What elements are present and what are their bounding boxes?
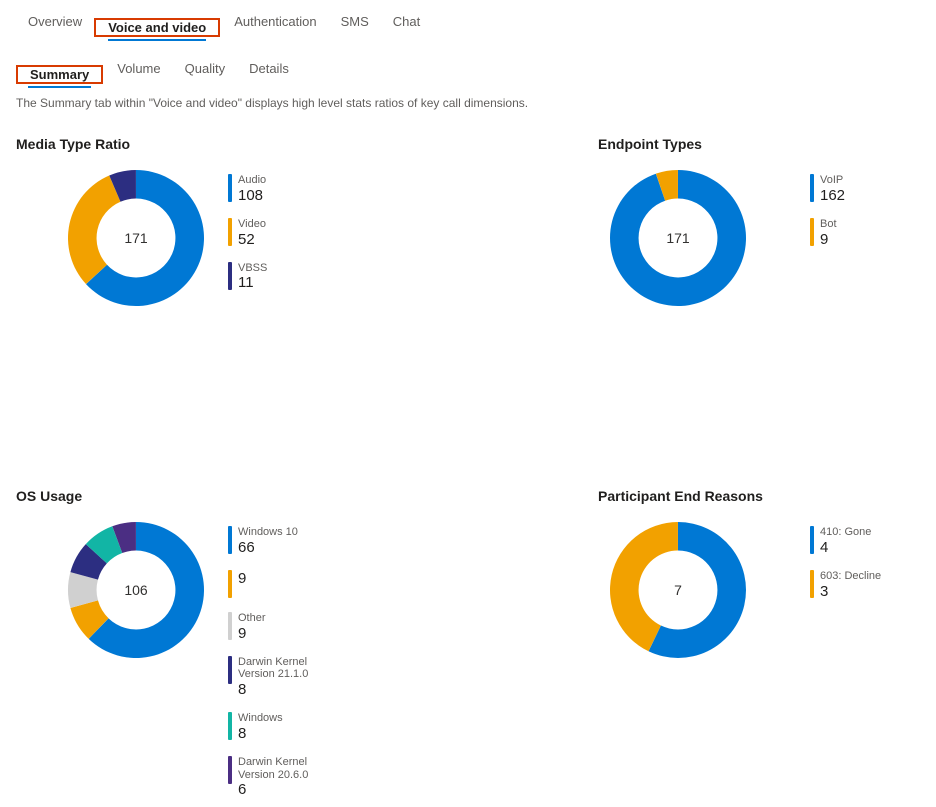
legend-swatch xyxy=(810,526,814,554)
legend-end-reasons: 410: Gone4 603: Decline3 xyxy=(810,526,881,600)
legend-value: 3 xyxy=(820,583,881,600)
tab-chat[interactable]: Chat xyxy=(381,8,432,37)
legend-item: VBSS11 xyxy=(228,262,267,292)
legend-swatch xyxy=(810,570,814,598)
legend-item: 9 xyxy=(228,570,338,598)
legend-label: Windows 10 xyxy=(238,526,298,539)
legend-value: 9 xyxy=(820,231,837,248)
card-endpoint-types: Endpoint Types 171 VoIP162 Bot9 xyxy=(598,136,920,308)
legend-item: Darwin Kernel Version 21.1.08 xyxy=(228,656,338,699)
donut-media-type: 171 xyxy=(66,168,206,308)
legend-value: 9 xyxy=(238,570,246,587)
legend-value: 8 xyxy=(238,725,283,742)
legend-swatch xyxy=(228,756,232,784)
legend-value: 8 xyxy=(238,681,338,698)
sub-tabs: Summary Volume Quality Details xyxy=(16,57,920,84)
subtab-details[interactable]: Details xyxy=(237,57,301,84)
subtab-quality[interactable]: Quality xyxy=(173,57,237,84)
legend-label: Windows xyxy=(238,712,283,725)
legend-label: Video xyxy=(238,218,266,231)
legend-swatch xyxy=(228,174,232,202)
legend-value: 108 xyxy=(238,187,266,204)
legend-swatch xyxy=(228,570,232,598)
legend-item: Windows 1066 xyxy=(228,526,338,556)
highlight-summary: Summary xyxy=(16,65,103,84)
subtab-volume[interactable]: Volume xyxy=(105,57,172,84)
legend-endpoint-types: VoIP162 Bot9 xyxy=(810,174,845,248)
subtab-summary[interactable]: Summary xyxy=(18,63,101,90)
legend-value: 162 xyxy=(820,187,845,204)
legend-item: 410: Gone4 xyxy=(810,526,881,556)
cards-grid: Media Type Ratio 171 Audio108 Video52 VBSS… xyxy=(16,136,920,799)
legend-item: VoIP162 xyxy=(810,174,845,204)
description-text: The Summary tab within "Voice and video"… xyxy=(16,96,920,110)
legend-label: VoIP xyxy=(820,174,845,187)
card-media-type: Media Type Ratio 171 Audio108 Video52 VBSS… xyxy=(16,136,338,308)
legend-item: Windows8 xyxy=(228,712,338,742)
donut-center-value: 171 xyxy=(666,230,690,246)
card-end-reasons: Participant End Reasons 7 410: Gone4 603:… xyxy=(598,488,920,799)
legend-media-type: Audio108 Video52 VBSS11 xyxy=(228,174,267,292)
legend-swatch xyxy=(228,612,232,640)
legend-label: Other xyxy=(238,612,266,625)
donut-endpoint-types: 171 xyxy=(608,168,748,308)
legend-item: 603: Decline3 xyxy=(810,570,881,600)
legend-item: Audio108 xyxy=(228,174,267,204)
legend-item: Other9 xyxy=(228,612,338,642)
donut-center-value: 106 xyxy=(124,582,148,598)
legend-label: VBSS xyxy=(238,262,267,275)
donut-end-reasons: 7 xyxy=(608,520,748,660)
legend-label: 603: Decline xyxy=(820,570,881,583)
legend-value: 11 xyxy=(238,274,267,291)
legend-os-usage: Windows 10669Other9Darwin Kernel Version… xyxy=(228,526,338,799)
highlight-voice-video: Voice and video xyxy=(94,18,220,37)
legend-label: Darwin Kernel Version 21.1.0 xyxy=(238,656,338,681)
card-title: Participant End Reasons xyxy=(598,488,920,504)
tab-authentication[interactable]: Authentication xyxy=(222,8,328,37)
legend-value: 4 xyxy=(820,539,871,556)
donut-os-usage: 106 xyxy=(66,520,206,660)
legend-item: Darwin Kernel Version 20.6.06 xyxy=(228,756,338,799)
legend-label: Bot xyxy=(820,218,837,231)
tab-sms[interactable]: SMS xyxy=(329,8,381,37)
legend-swatch xyxy=(228,218,232,246)
legend-label: Audio xyxy=(238,174,266,187)
legend-swatch xyxy=(228,262,232,290)
donut-center-value: 7 xyxy=(674,582,682,598)
legend-value: 66 xyxy=(238,539,298,556)
legend-value: 9 xyxy=(238,625,266,642)
card-os-usage: OS Usage 106 Windows 10669Other9Darwin K… xyxy=(16,488,338,799)
donut-slice[interactable] xyxy=(68,176,120,285)
legend-swatch xyxy=(228,712,232,740)
legend-label: 410: Gone xyxy=(820,526,871,539)
donut-center-value: 171 xyxy=(124,230,148,246)
card-title: Endpoint Types xyxy=(598,136,920,152)
legend-value: 6 xyxy=(238,781,338,798)
legend-swatch xyxy=(810,218,814,246)
card-title: Media Type Ratio xyxy=(16,136,338,152)
legend-value: 52 xyxy=(238,231,266,248)
card-title: OS Usage xyxy=(16,488,338,504)
legend-item: Bot9 xyxy=(810,218,845,248)
legend-swatch xyxy=(810,174,814,202)
top-tabs: Overview Voice and video Authentication … xyxy=(16,8,920,37)
legend-item: Video52 xyxy=(228,218,267,248)
tab-voice-video[interactable]: Voice and video xyxy=(96,14,218,43)
legend-swatch xyxy=(228,526,232,554)
legend-swatch xyxy=(228,656,232,684)
tab-overview[interactable]: Overview xyxy=(16,8,94,37)
